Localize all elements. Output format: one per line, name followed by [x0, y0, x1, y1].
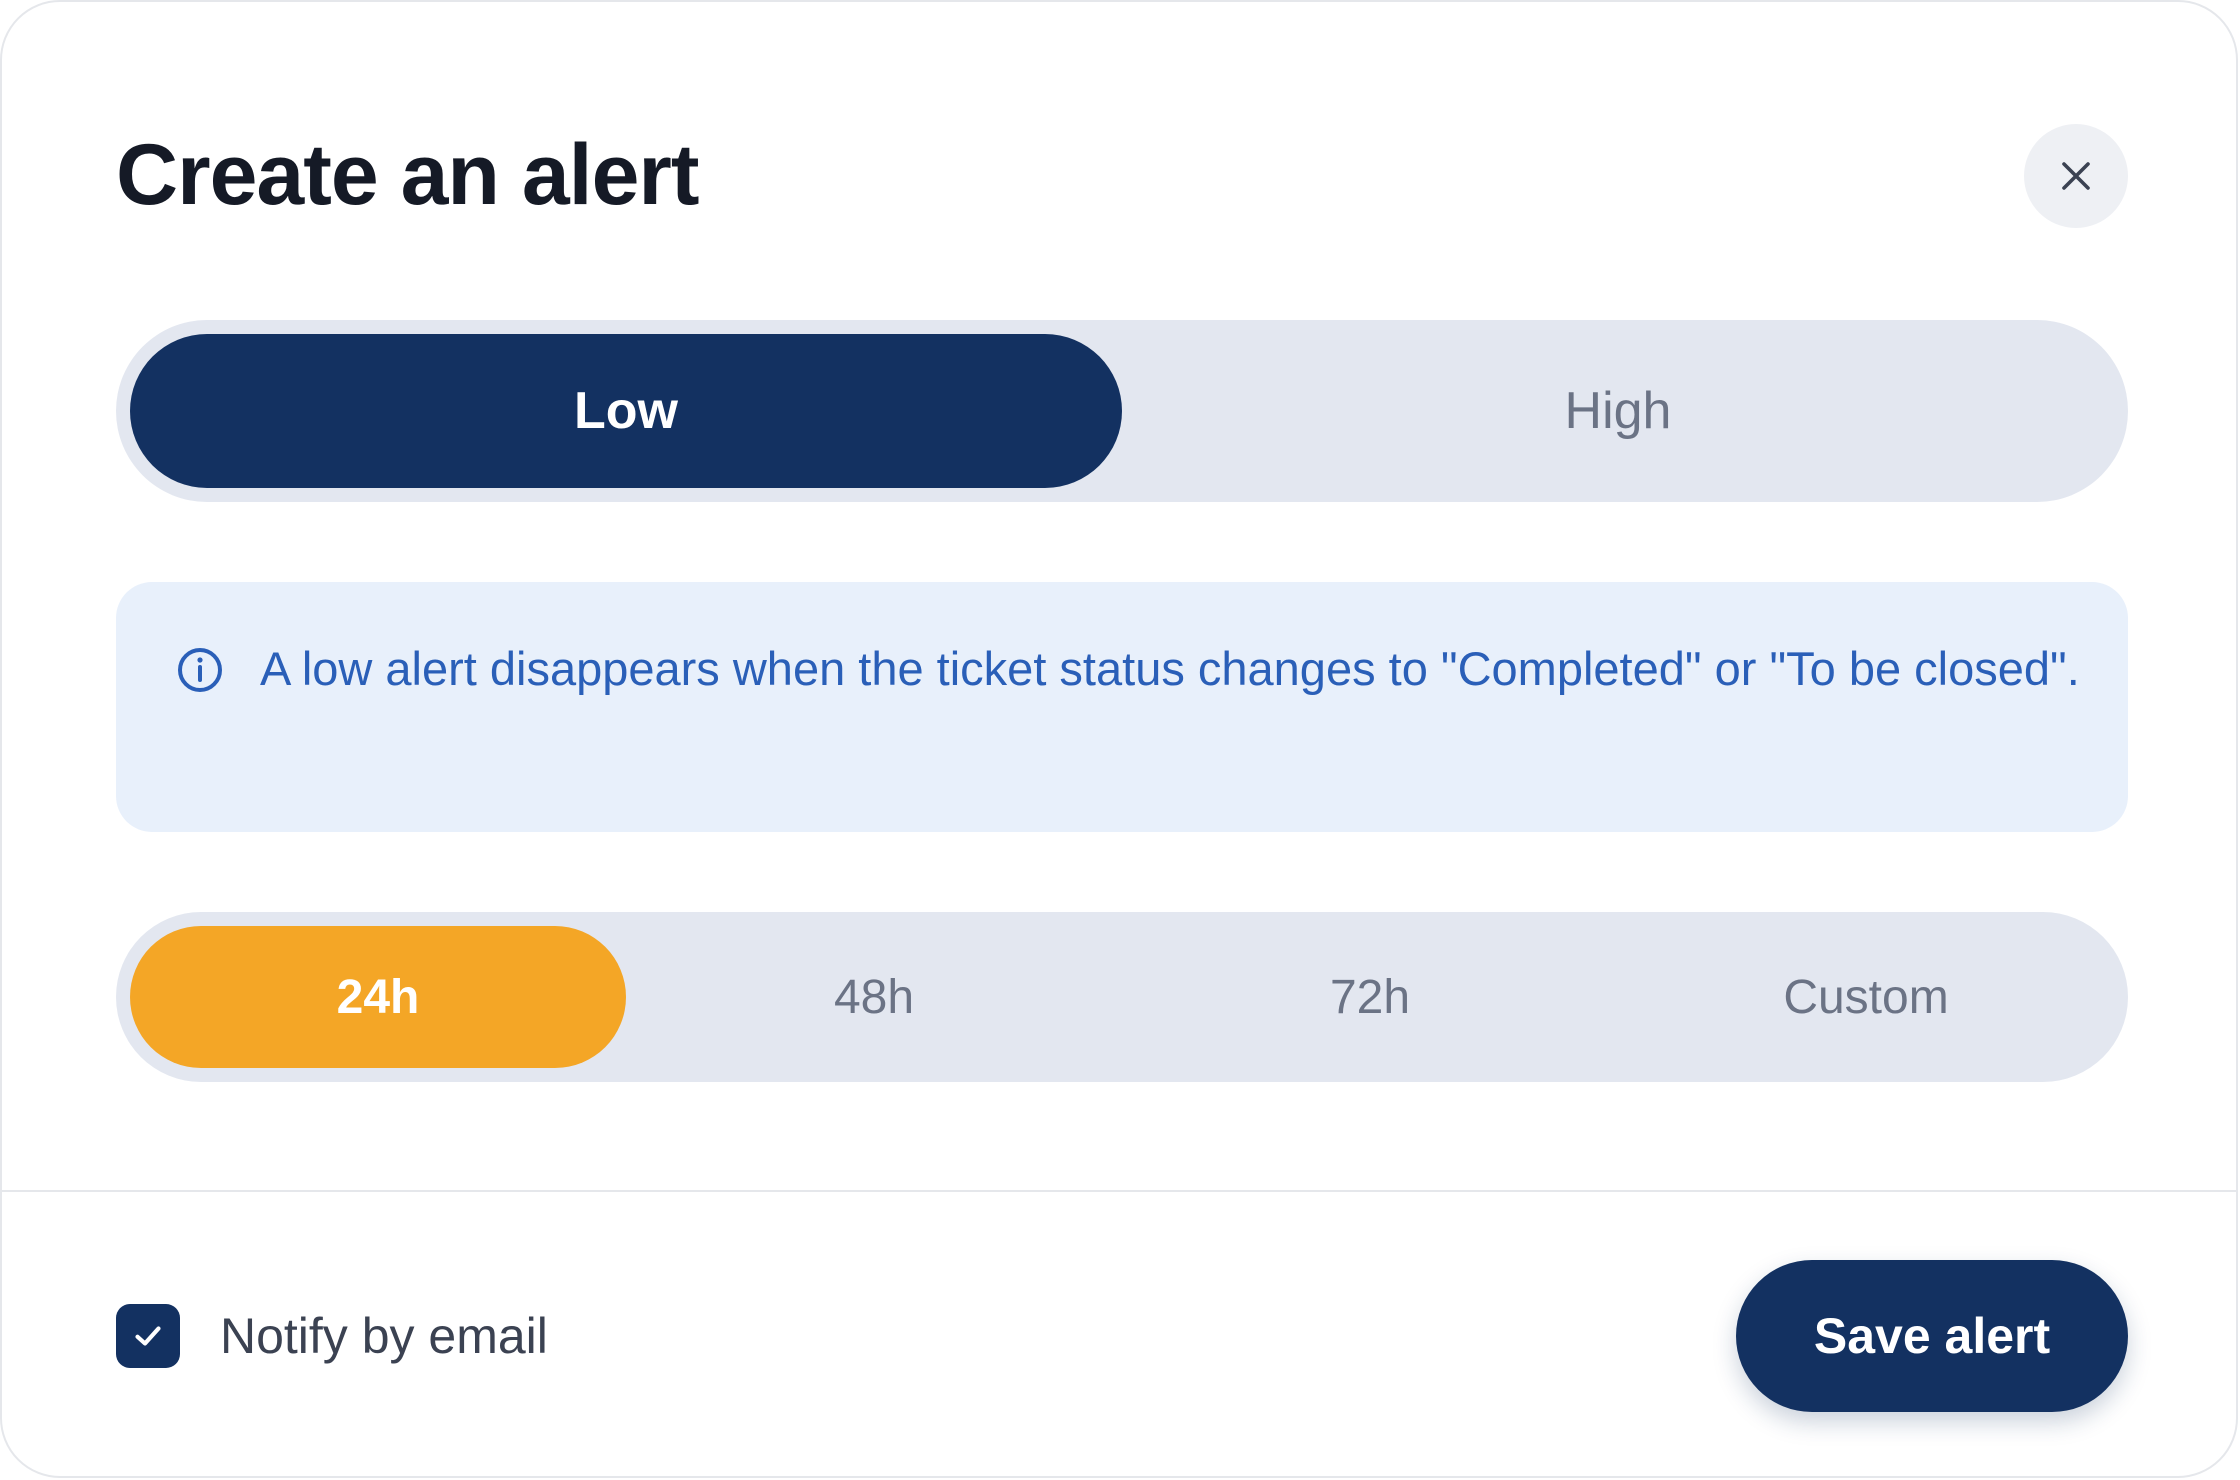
info-text: A low alert disappears when the ticket s…: [260, 642, 2080, 695]
priority-option-high[interactable]: High: [1122, 334, 2114, 488]
notify-email-label[interactable]: Notify by email: [220, 1304, 548, 1368]
close-button[interactable]: [2024, 124, 2128, 228]
info-icon: [178, 648, 222, 692]
dialog-title: Create an alert: [116, 127, 700, 223]
close-icon: [2062, 162, 2090, 190]
time-option-custom[interactable]: Custom: [1618, 926, 2114, 1068]
create-alert-dialog: Create an alert Low High A low alert dis…: [0, 0, 2238, 1478]
info-banner: A low alert disappears when the ticket s…: [116, 582, 2128, 832]
footer-divider: [2, 1190, 2238, 1192]
time-option-24h[interactable]: 24h: [130, 926, 626, 1068]
time-window-segmented-control: 24h 48h 72h Custom: [116, 912, 2128, 1082]
notify-email-checkbox[interactable]: [116, 1304, 180, 1368]
priority-segmented-control: Low High: [116, 320, 2128, 502]
time-option-72h[interactable]: 72h: [1122, 926, 1618, 1068]
save-alert-button[interactable]: Save alert: [1736, 1260, 2128, 1412]
priority-option-low[interactable]: Low: [130, 334, 1122, 488]
checkmark-icon: [135, 1326, 161, 1346]
time-option-48h[interactable]: 48h: [626, 926, 1122, 1068]
